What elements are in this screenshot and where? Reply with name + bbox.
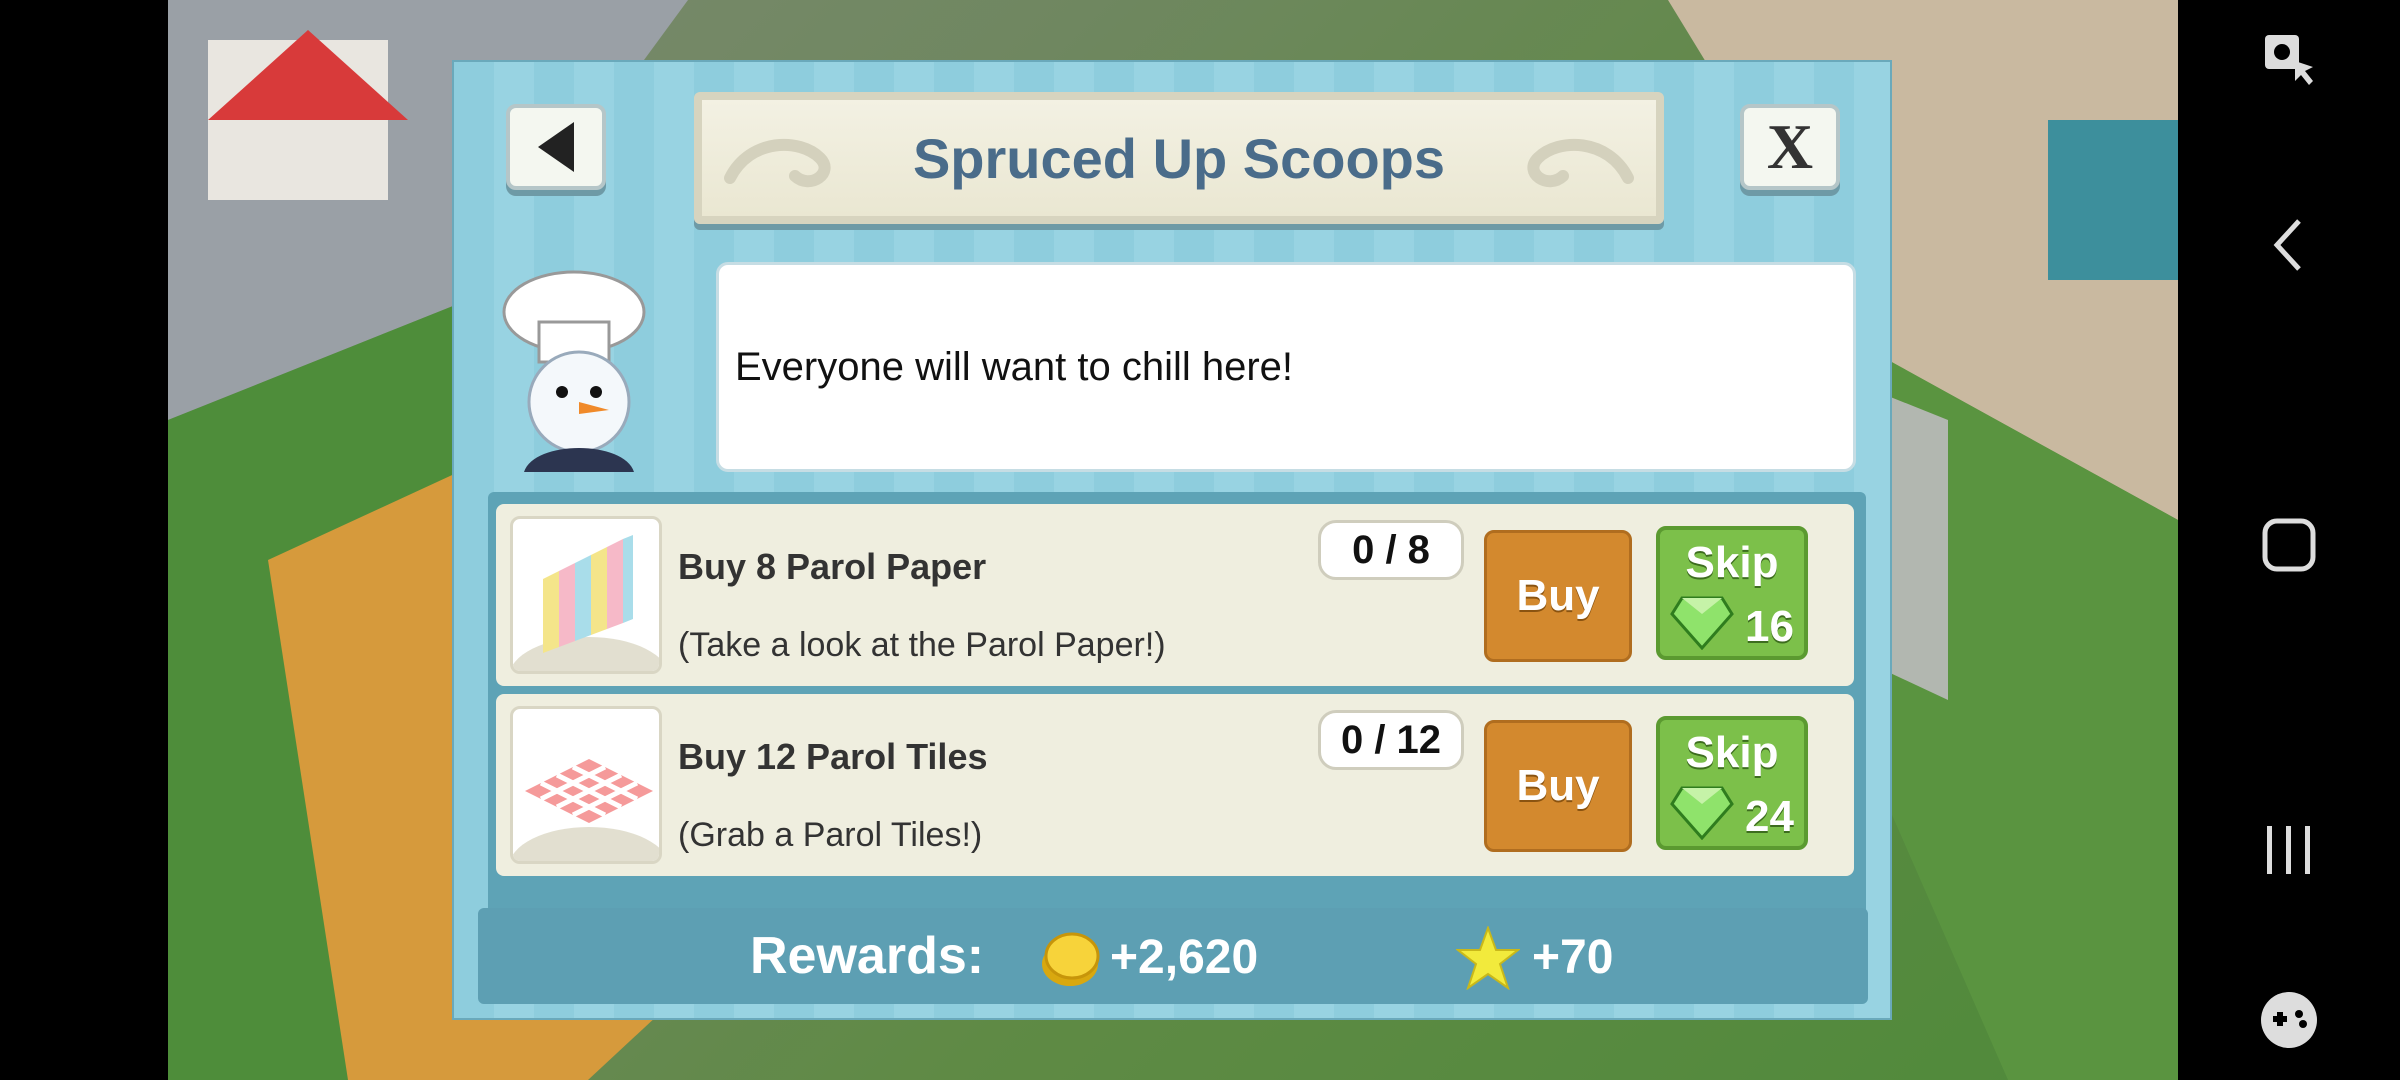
coin-icon bbox=[1042, 932, 1100, 986]
snowman-chef-avatar bbox=[502, 270, 646, 472]
task-description: (Grab a Parol Tiles!) bbox=[678, 816, 983, 854]
task-title: Buy 8 Parol Paper bbox=[678, 546, 987, 587]
parol-tiles-thumbnail bbox=[510, 706, 662, 864]
screen-record-icon[interactable] bbox=[2178, 22, 2400, 92]
recents-icon[interactable] bbox=[2178, 810, 2400, 890]
gem-icon bbox=[1670, 786, 1734, 840]
task-list: Buy 8 Parol Paper (Take a look at the Pa… bbox=[488, 492, 1866, 952]
skip-cost: 24 bbox=[1745, 792, 1794, 841]
task-row: Buy 8 Parol Paper (Take a look at the Pa… bbox=[496, 504, 1854, 686]
reward-stars: +70 bbox=[1532, 931, 1614, 984]
rewards-bar: Rewards: +2,620 +70 bbox=[478, 908, 1868, 1004]
star-icon bbox=[1456, 926, 1520, 990]
parol-paper-thumbnail bbox=[510, 516, 662, 674]
back-button[interactable] bbox=[506, 104, 606, 190]
back-icon[interactable] bbox=[2178, 205, 2400, 285]
close-icon: X bbox=[1766, 111, 1814, 182]
skip-button[interactable]: Skip 24 bbox=[1656, 716, 1808, 850]
skip-label: Skip bbox=[1685, 728, 1779, 777]
game-tools-icon[interactable] bbox=[2178, 985, 2400, 1055]
swirl-ornament-left bbox=[724, 138, 831, 188]
dialog-title: Spruced Up Scoops bbox=[912, 126, 1446, 190]
skip-button[interactable]: Skip 16 bbox=[1656, 526, 1808, 660]
close-button[interactable]: X bbox=[1740, 104, 1840, 190]
parol-tiles-icon bbox=[513, 759, 659, 861]
speech-text: Everyone will want to chill here! bbox=[735, 344, 1294, 389]
parol-paper-icon bbox=[513, 535, 659, 671]
buy-button[interactable]: Buy bbox=[1484, 720, 1632, 852]
task-progress: 0 / 12 bbox=[1318, 710, 1464, 770]
title-banner: Spruced Up Scoops bbox=[694, 92, 1664, 224]
gem-icon bbox=[1670, 596, 1734, 650]
quest-dialog: Spruced Up Scoops X Everyone will want t… bbox=[452, 60, 1892, 1020]
task-progress: 0 / 8 bbox=[1318, 520, 1464, 580]
reward-coins: +2,620 bbox=[1110, 931, 1259, 984]
task-description: (Take a look at the Parol Paper!) bbox=[678, 626, 1166, 664]
triangle-left-icon bbox=[538, 122, 574, 172]
speech-bubble: Everyone will want to chill here! bbox=[716, 262, 1856, 472]
task-row: Buy 12 Parol Tiles (Grab a Parol Tiles!)… bbox=[496, 694, 1854, 876]
task-title: Buy 12 Parol Tiles bbox=[678, 736, 988, 777]
rewards-label: Rewards: bbox=[750, 927, 985, 985]
home-icon[interactable] bbox=[2178, 505, 2400, 585]
swirl-ornament-right bbox=[1527, 138, 1634, 188]
android-nav-bar bbox=[2178, 0, 2400, 1080]
skip-label: Skip bbox=[1685, 538, 1779, 587]
skip-cost: 16 bbox=[1745, 602, 1794, 651]
buy-button[interactable]: Buy bbox=[1484, 530, 1632, 662]
